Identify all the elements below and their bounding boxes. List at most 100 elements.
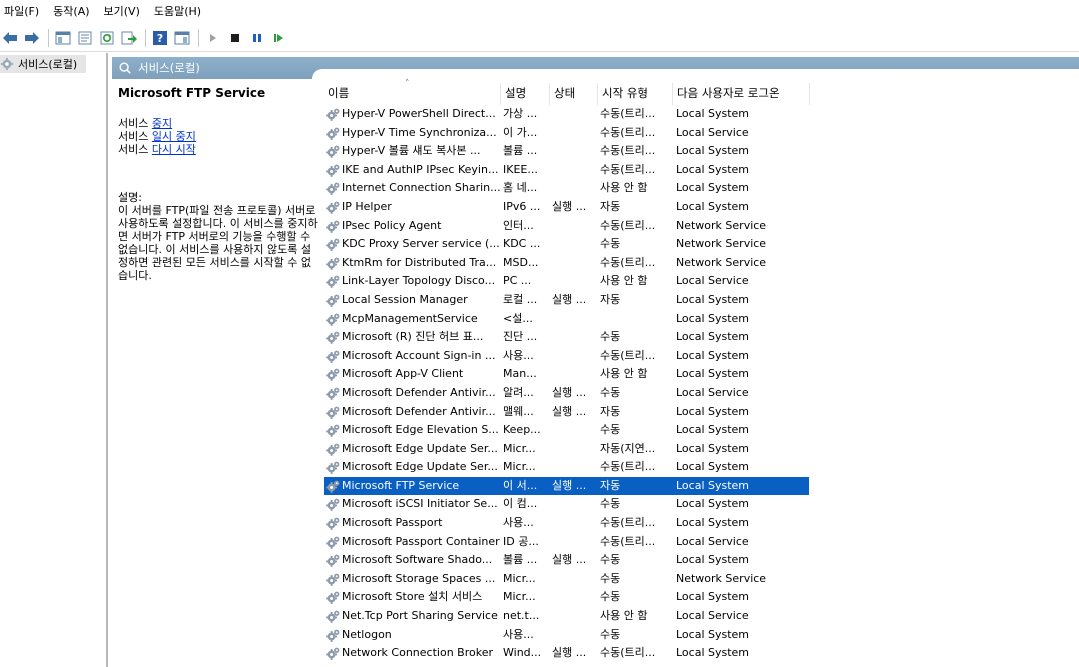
column-divider[interactable]	[549, 83, 550, 105]
service-row[interactable]: Microsoft Passport Container ID 공... 수동(트리…	[324, 533, 1079, 552]
service-row[interactable]: Microsoft Software Shado... 볼륨 ... 실행 ... 수…	[324, 551, 1079, 570]
service-description-cell: 로컬 ...	[503, 292, 538, 306]
column-header-name[interactable]: 이름	[328, 85, 349, 101]
service-row[interactable]: Microsoft iSCSI Initiator Se... 이 컴... 수동 L…	[324, 495, 1079, 514]
service-row[interactable]: Microsoft App-V Client Man... 사용 안 함 Local …	[324, 365, 1079, 384]
column-header-logon-as[interactable]: 다음 사용자로 로그온	[677, 85, 780, 101]
service-row[interactable]: Microsoft Edge Update Ser... Micr... 수동(트리…	[324, 458, 1079, 477]
column-header-status[interactable]: 상태	[554, 85, 575, 101]
service-row[interactable]: Netlogon 사용... 수동 Local System	[324, 626, 1079, 645]
service-row[interactable]: Internet Connection Sharin... 홈 네... 사용 안 …	[324, 179, 1079, 198]
service-name-cell: Microsoft Store 설치 서비스	[342, 590, 483, 604]
column-divider[interactable]	[809, 83, 810, 105]
service-row[interactable]: Microsoft Defender Antivir... 알려... 실행 ...…	[324, 384, 1079, 403]
service-row[interactable]: Network Connection Broker Wind... 실행 ... 수동…	[324, 644, 1079, 663]
service-gear-icon	[326, 144, 341, 159]
description-text: 이 서버를 FTP(파일 전송 프로토콜) 서버로 사용하도록 설정합니다. 이…	[118, 204, 318, 282]
service-row[interactable]: Microsoft (R) 진단 허브 표... 진단 ... 수동 Local Sy…	[324, 328, 1079, 347]
service-startup-cell: 수동(트리...	[600, 348, 656, 362]
back-icon[interactable]	[0, 28, 20, 48]
column-header-description[interactable]: 설명	[505, 85, 526, 101]
service-row[interactable]: Net.Tcp Port Sharing Service net.t... 사용 안…	[324, 607, 1079, 626]
menu-view[interactable]: 보기(V)	[100, 0, 144, 24]
toolbar: ?	[0, 24, 1079, 52]
service-row[interactable]: Microsoft FTP Service 이 서... 실행 ... 자동 Local…	[324, 476, 1079, 496]
help-icon[interactable]: ?	[150, 28, 170, 48]
service-row[interactable]: Link-Layer Topology Disco... PC ... 사용 안 함…	[324, 272, 1079, 291]
service-startup-cell: 수동	[600, 237, 621, 251]
service-row[interactable]: IP Helper IPv6 ... 실행 ... 자동 Local System	[324, 198, 1079, 217]
service-row[interactable]: Microsoft Defender Antivir... 맬웨... 실행 ...…	[324, 403, 1079, 422]
service-description-cell: ID 공...	[503, 534, 539, 548]
menu-file[interactable]: 파일(F)	[0, 0, 43, 24]
menu-action[interactable]: 동작(A)	[49, 0, 93, 24]
properties-icon[interactable]	[75, 28, 95, 48]
service-logon-cell: Local System	[676, 311, 750, 325]
service-row[interactable]: Microsoft Storage Spaces ... Micr... 수동 Net…	[324, 570, 1079, 589]
service-row[interactable]: Microsoft Account Sign-in ... 사용... 수동(트리.…	[324, 347, 1079, 366]
column-divider[interactable]	[597, 83, 598, 105]
service-logon-cell: Local System	[676, 590, 750, 604]
service-gear-icon	[326, 181, 341, 196]
refresh-icon[interactable]	[97, 28, 117, 48]
service-logon-cell: Local System	[676, 441, 750, 455]
service-gear-icon	[326, 330, 341, 345]
service-status-cell: 실행 ...	[552, 553, 587, 567]
service-row[interactable]: KDC Proxy Server service (... KDC ... 수동 Ne…	[324, 235, 1079, 254]
service-description-cell: Micr...	[503, 441, 536, 455]
service-gear-icon	[326, 497, 341, 512]
service-row[interactable]: Hyper-V PowerShell Direct... 가상 ... 수동(트리.…	[324, 105, 1079, 124]
service-logon-cell: Local System	[676, 478, 750, 492]
service-row[interactable]: Local Session Manager 로컬 ... 실행 ... 자동 Local…	[324, 291, 1079, 310]
show-hide-console-tree-icon[interactable]	[53, 28, 73, 48]
service-row[interactable]: Microsoft Passport 사용... 수동(트리... Local Sys…	[324, 514, 1079, 533]
service-description-cell: 진단 ...	[503, 330, 538, 344]
service-logon-cell: Local Service	[676, 274, 749, 288]
start-service-icon[interactable]	[203, 28, 223, 48]
service-row[interactable]: Microsoft Store 설치 서비스 Micr... 수동 Local Sys…	[324, 588, 1079, 607]
action-stop-line: 서비스 중지	[118, 117, 318, 130]
service-status-cell: 실행 ...	[552, 478, 587, 492]
service-logon-cell: Local Service	[676, 125, 749, 139]
service-startup-cell: 수동	[600, 571, 621, 585]
service-logon-cell: Local System	[676, 497, 750, 511]
service-row[interactable]: Hyper-V 볼륨 섀도 복사본 ... 볼륨 ... 수동(트리... Local…	[324, 142, 1079, 161]
service-startup-cell: 수동	[600, 423, 621, 437]
service-gear-icon	[326, 405, 341, 420]
service-logon-cell: Local Service	[676, 609, 749, 623]
stop-service-link[interactable]: 중지	[152, 117, 172, 130]
pause-service-link[interactable]: 일시 중지	[152, 130, 196, 143]
service-gear-icon	[326, 219, 341, 234]
service-row[interactable]: Hyper-V Time Synchroniza... 이 가... 수동(트리..…	[324, 124, 1079, 143]
column-divider[interactable]	[672, 83, 673, 105]
column-header-startup-type[interactable]: 시작 유형	[602, 85, 648, 101]
service-row[interactable]: IPsec Policy Agent 인터... 수동(트리... Network S…	[324, 217, 1079, 236]
service-row[interactable]: Microsoft Edge Elevation S... Keep... 수동 Lo…	[324, 421, 1079, 440]
service-row[interactable]: McpManagementService <설... Local System	[324, 310, 1079, 329]
column-divider[interactable]	[500, 83, 501, 105]
service-logon-cell: Local System	[676, 330, 750, 344]
tree-node-services-local[interactable]: 서비스(로컬)	[0, 55, 86, 73]
services-panel: 서비스(로컬) Microsoft FTP Service 서비스 중지 서비스…	[112, 57, 1079, 667]
service-status-cell: 실행 ...	[552, 199, 587, 213]
resume-service-icon[interactable]	[269, 28, 289, 48]
service-name-cell: Microsoft App-V Client	[342, 367, 464, 381]
services-rows: Hyper-V PowerShell Direct... 가상 ... 수동(트리.…	[324, 105, 1079, 663]
service-description-cell: KDC ...	[503, 237, 541, 251]
action-restart-line: 서비스 다시 시작	[118, 143, 318, 156]
services-list: ˄ 이름 설명 상태 시작 유형 다음 사용자로 로그온 Hyper-V Pow…	[324, 79, 1079, 663]
export-list-icon[interactable]	[119, 28, 139, 48]
service-startup-cell: 수동(트리...	[600, 646, 656, 660]
service-row[interactable]: KtmRm for Distributed Tra... MSD... 수동(트리.…	[324, 254, 1079, 273]
action-prefix: 서비스	[118, 117, 152, 130]
restart-service-link[interactable]: 다시 시작	[152, 143, 196, 156]
pause-service-icon[interactable]	[247, 28, 267, 48]
service-row[interactable]: Microsoft Edge Update Ser... Micr... 자동(지연…	[324, 440, 1079, 459]
stop-service-icon[interactable]	[225, 28, 245, 48]
forward-icon[interactable]	[22, 28, 42, 48]
show-action-pane-icon[interactable]	[172, 28, 192, 48]
service-row[interactable]: IKE and AuthIP IPsec Keyin... IKEE... 수동(트…	[324, 161, 1079, 180]
service-description-cell: IKEE...	[503, 162, 538, 176]
menu-help[interactable]: 도움말(H)	[150, 0, 205, 24]
service-gear-icon	[326, 646, 341, 661]
